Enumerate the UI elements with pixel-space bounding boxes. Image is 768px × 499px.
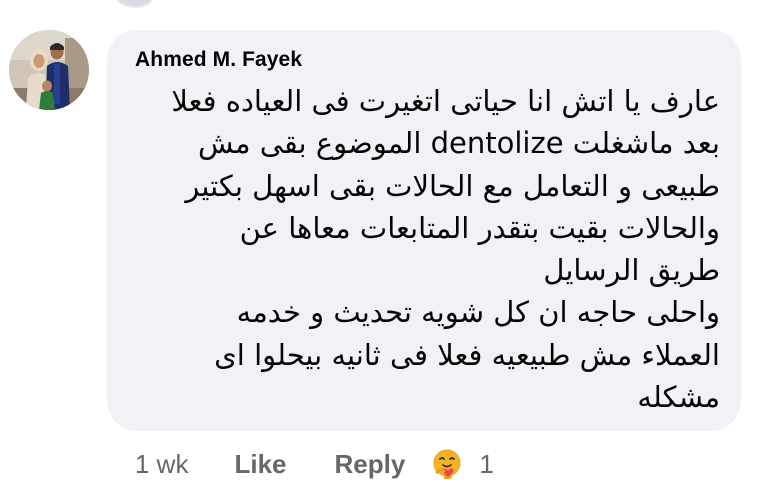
comment-actions: 1 wk Like Reply 1 <box>135 447 494 481</box>
comment-line: والحالات بقيت بتقدر المتابعات معاها عن <box>239 210 720 245</box>
comment-line: واحلى حاجه ان كل شويه تحديث و خدمه <box>236 295 720 330</box>
comment-body: عارف يا اتش انا حياتى اتغيرت فى العياده … <box>120 80 720 418</box>
comment-author-name[interactable]: Ahmed M. Fayek <box>135 48 302 72</box>
previous-avatar-edge <box>116 0 154 8</box>
comment-line: طريق الرسايل <box>543 253 720 288</box>
comment-line: العملاء مش طبيعيه فعلا فى ثانيه بيحلوا ا… <box>214 337 720 372</box>
reply-button[interactable]: Reply <box>335 449 406 480</box>
reaction-summary[interactable]: 1 <box>431 448 494 480</box>
profile-photo-icon <box>9 30 89 110</box>
comment-timestamp[interactable]: 1 wk <box>135 449 188 480</box>
reaction-count: 1 <box>479 448 494 479</box>
comment-line: عارف يا اتش انا حياتى اتغيرت فى العياده … <box>171 84 720 118</box>
like-button[interactable]: Like <box>234 449 286 480</box>
comment-line: بعد ماشغلت dentolize الموضوع بقى مش <box>197 126 720 161</box>
comment-thread: Ahmed M. Fayek عارف يا اتش انا حياتى اتغ… <box>0 0 768 499</box>
care-reaction-icon <box>433 449 461 479</box>
comment-line: مشكله <box>637 380 720 415</box>
avatar[interactable] <box>9 30 89 110</box>
comment-line: طبيعى و التعامل مع الحالات بقى اسهل بكتي… <box>185 168 720 203</box>
